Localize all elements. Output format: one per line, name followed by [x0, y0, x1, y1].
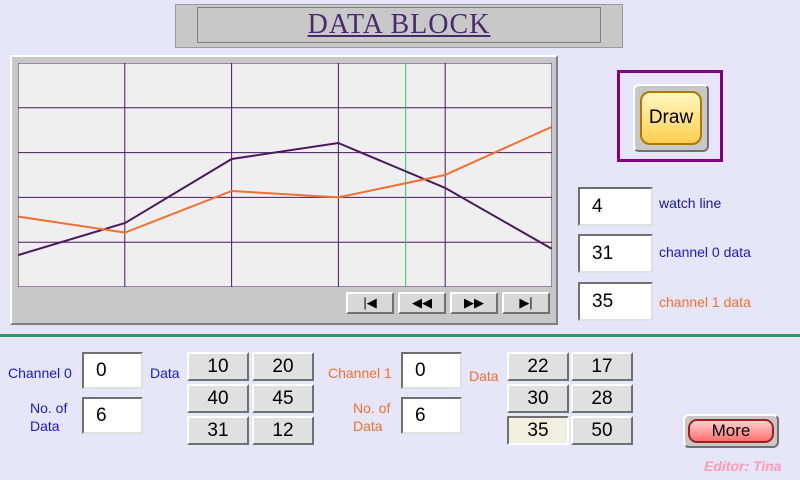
channel0-label: Channel 0 [8, 365, 72, 381]
channel1-cell-selected[interactable]: 35 [507, 416, 569, 445]
channel1-input[interactable]: 0 [401, 352, 462, 389]
editor-credit: Editor: Tina [704, 458, 782, 474]
page-title: DATA BLOCK [307, 9, 491, 40]
channel0-input[interactable]: 0 [82, 352, 143, 389]
fast-forward-icon: ▶▶ [464, 295, 484, 310]
channel0-cell[interactable]: 20 [252, 352, 314, 381]
watch-line-label: watch line [659, 195, 722, 211]
draw-button[interactable]: Draw [633, 84, 709, 152]
channel1-cell[interactable]: 50 [571, 416, 633, 445]
channel0-cell[interactable]: 10 [187, 352, 249, 381]
channel0-count-label-line1: No. of [30, 400, 68, 416]
first-button[interactable]: |◀ [346, 292, 394, 314]
last-icon: ▶| [519, 295, 533, 310]
channel1-count-input[interactable]: 6 [401, 397, 462, 434]
channel0-cell[interactable]: 45 [252, 384, 314, 413]
channel1-cell[interactable]: 17 [571, 352, 633, 381]
rewind-icon: ◀◀ [412, 295, 432, 310]
channel1-data-label: channel 1 data [659, 294, 751, 310]
last-button[interactable]: ▶| [502, 292, 550, 314]
channel0-count-label-line2: Data [30, 418, 60, 434]
channel0-data-label: channel 0 data [659, 244, 751, 260]
plot-area [18, 63, 552, 287]
channel0-data-field[interactable]: 31 [578, 234, 653, 273]
trend-chart [18, 63, 552, 287]
channel1-count-label-line1: No. of [353, 400, 391, 416]
channel0-cell[interactable]: 40 [187, 384, 249, 413]
watch-line-field[interactable]: 4 [578, 187, 653, 226]
channel1-cell[interactable]: 28 [571, 384, 633, 413]
channel1-data-field[interactable]: 35 [578, 282, 653, 321]
fast-forward-button[interactable]: ▶▶ [450, 292, 498, 314]
channel1-cell[interactable]: 30 [507, 384, 569, 413]
draw-button-label: Draw [640, 91, 702, 145]
rewind-button[interactable]: ◀◀ [398, 292, 446, 314]
first-icon: |◀ [363, 295, 377, 310]
channel0-count-input[interactable]: 6 [82, 397, 143, 434]
channel1-count-label-line2: Data [353, 418, 383, 434]
more-button-label: More [688, 419, 774, 443]
more-button[interactable]: More [683, 414, 779, 448]
title-box: DATA BLOCK [197, 7, 601, 43]
channel0-cell[interactable]: 12 [252, 416, 314, 445]
channel1-label: Channel 1 [328, 365, 392, 381]
channel0-cell[interactable]: 31 [187, 416, 249, 445]
section-divider [0, 334, 800, 337]
channel0-data-heading: Data [150, 365, 180, 381]
channel1-data-heading: Data [469, 368, 499, 384]
channel1-cell[interactable]: 22 [507, 352, 569, 381]
